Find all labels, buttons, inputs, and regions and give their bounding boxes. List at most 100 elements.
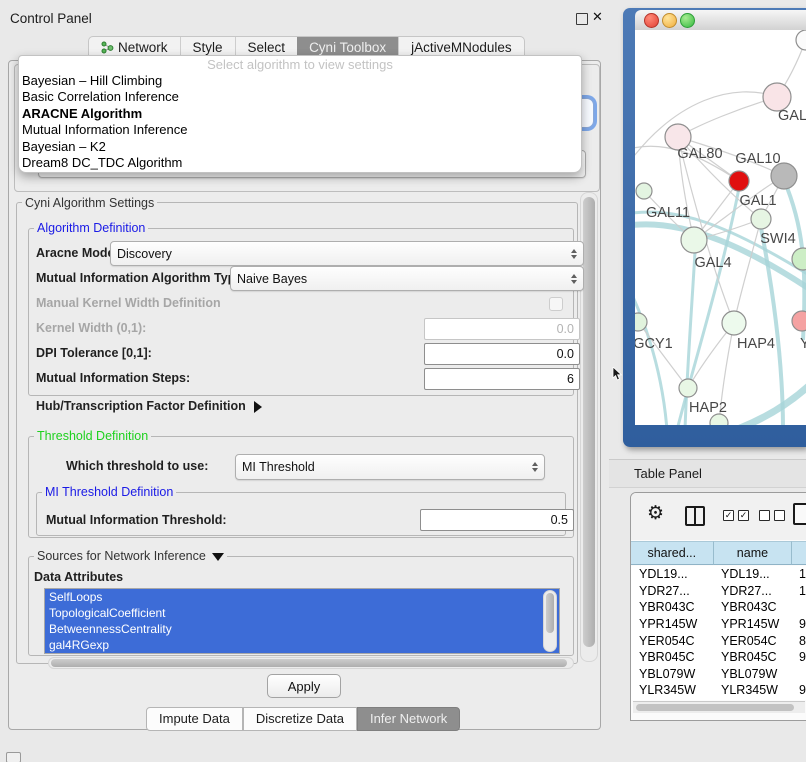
tab-label: Select: [248, 40, 286, 55]
scrollbar-thumb[interactable]: [546, 593, 554, 633]
apply-button[interactable]: Apply: [267, 674, 341, 698]
document-icon[interactable]: [793, 503, 806, 525]
table-row[interactable]: YBR045CYBR045C9.: [631, 649, 806, 666]
algorithm-option-bayesian-hill-climbing[interactable]: Bayesian – Hill Climbing: [19, 73, 581, 89]
checked-checkbox-icon[interactable]: ✓: [723, 510, 734, 521]
combobox-arrows-icon: [571, 249, 577, 259]
table-horizontal-scrollbar[interactable]: [633, 701, 805, 713]
algorithm-option-dream8-dc-tdc-algorithm[interactable]: Dream8 DC_TDC Algorithm: [19, 155, 581, 171]
table-cell: YPR145W: [631, 617, 713, 631]
node-gal11[interactable]: [636, 183, 652, 199]
data-attributes-list[interactable]: SelfLoopsTopologicalCoefficientBetweenne…: [44, 588, 560, 654]
node-y-pink[interactable]: [792, 311, 806, 331]
hub-factor-expander[interactable]: Hub/Transcription Factor Definition: [36, 399, 262, 413]
manual-kernel-label: Manual Kernel Width Definition: [36, 296, 221, 310]
table-row[interactable]: YER054CYER054C8.: [631, 632, 806, 649]
close-traffic-light[interactable]: [644, 13, 659, 28]
node-hap2[interactable]: [679, 379, 697, 397]
attribute-item-gal4rgexp[interactable]: gal4RGexp: [45, 637, 559, 653]
unchecked-checkbox-icon[interactable]: [774, 510, 785, 521]
table-row[interactable]: YBR043CYBR043C: [631, 599, 806, 616]
tab-discretize-data[interactable]: Discretize Data: [243, 707, 357, 731]
network-edge[interactable]: [638, 322, 688, 388]
algorithm-option-aracne-algorithm[interactable]: ARACNE Algorithm: [19, 106, 581, 122]
expander-arrow-right-icon: [254, 401, 262, 413]
mi-type-combobox[interactable]: Naive Bayes: [230, 266, 584, 291]
table-panel-title: Table Panel: [634, 466, 702, 481]
node-hap4[interactable]: [722, 311, 746, 335]
table-cell: YER054C: [713, 634, 793, 648]
table-row[interactable]: YIL052CYIL052C9.: [631, 699, 806, 700]
columns-icon[interactable]: [685, 506, 705, 526]
scrollbar-thumb[interactable]: [51, 659, 567, 667]
gear-icon[interactable]: ⚙: [647, 504, 664, 524]
combobox-value: Naive Bayes: [237, 272, 307, 286]
sources-expander[interactable]: Sources for Network Inference: [34, 549, 227, 563]
network-canvas[interactable]: GALGAL80GAL10GAL11GAL1GAL4SWI4GCY1HAP4YH…: [635, 30, 806, 425]
attributes-list-scrollbar[interactable]: [543, 590, 557, 652]
table-row[interactable]: YDR27...YDR27...12: [631, 583, 806, 600]
tab-impute-data[interactable]: Impute Data: [146, 707, 243, 731]
column-header-a[interactable]: A: [792, 541, 806, 565]
manual-kernel-checkbox[interactable]: [549, 297, 563, 311]
dpi-tolerance-field[interactable]: 0.0: [424, 343, 580, 365]
close-icon[interactable]: ✕: [592, 9, 603, 25]
aracne-mode-label: Aracne Mode:: [36, 246, 119, 260]
node-label: GCY1: [635, 336, 673, 352]
tab-infer-network[interactable]: Infer Network: [357, 707, 460, 731]
scrollbar-thumb[interactable]: [636, 704, 794, 711]
node-red[interactable]: [729, 171, 749, 191]
node-label: GAL: [778, 108, 806, 124]
threshold-definition-title: Threshold Definition: [34, 429, 151, 443]
column-header-shared[interactable]: shared...: [631, 541, 714, 565]
float-window-icon[interactable]: [576, 13, 588, 25]
bottom-corner-icon[interactable]: [6, 752, 21, 762]
table-cell: YDL19...: [713, 567, 793, 581]
mi-threshold-group-title: MI Threshold Definition: [42, 485, 176, 499]
node-partial-top[interactable]: [796, 30, 806, 50]
node-gcy1[interactable]: [635, 313, 647, 331]
table-row[interactable]: YBL079WYBL079W: [631, 666, 806, 683]
table-panel-bar: Table Panel: [609, 459, 806, 488]
aracne-mode-combobox[interactable]: Discovery: [110, 241, 584, 266]
scrollbar-thumb[interactable]: [583, 197, 595, 647]
minimize-traffic-light[interactable]: [662, 13, 677, 28]
node-gal1[interactable]: [751, 209, 771, 229]
table-cell: YDL19...: [631, 567, 713, 581]
tab-label: jActiveMNodules: [411, 40, 512, 55]
settings-horizontal-scrollbar[interactable]: [48, 657, 574, 669]
algorithm-definition-title: Algorithm Definition: [34, 221, 148, 235]
dropdown-prompt: Select algorithm to view settings: [19, 56, 581, 73]
attribute-item-topologicalcoefficient[interactable]: TopologicalCoefficient: [45, 605, 559, 621]
table-row[interactable]: YPR145WYPR145W9.: [631, 616, 806, 633]
zoom-traffic-light[interactable]: [680, 13, 695, 28]
attribute-item-selfloops[interactable]: SelfLoops: [45, 589, 559, 605]
node-gal-pink[interactable]: [763, 83, 791, 111]
table-header: shared...nameA: [631, 541, 806, 565]
mi-steps-label: Mutual Information Steps:: [36, 371, 190, 385]
table-panel: ⚙ ✓ ✓ shared...nameA YDL19...YDL19...13Y…: [630, 492, 806, 721]
algorithm-option-mutual-information-inference[interactable]: Mutual Information Inference: [19, 122, 581, 138]
unchecked-checkbox-icon[interactable]: [759, 510, 770, 521]
kernel-width-field[interactable]: 0.0: [424, 318, 580, 340]
table-cell: 9.: [793, 650, 806, 664]
attribute-item-betweennesscentrality[interactable]: BetweennessCentrality: [45, 621, 559, 637]
combobox-value: MI Threshold: [242, 460, 315, 474]
network-window-titlebar[interactable]: [635, 10, 806, 31]
table-row[interactable]: YDL19...YDL19...13: [631, 566, 806, 583]
algorithm-option-bayesian-k2[interactable]: Bayesian – K2: [19, 139, 581, 155]
network-edge[interactable]: [678, 97, 777, 137]
column-header-name[interactable]: name: [714, 541, 793, 565]
mi-threshold-field[interactable]: 0.5: [420, 509, 574, 531]
kernel-width-label: Kernel Width (0,1):: [36, 321, 146, 335]
table-row[interactable]: YLR345WYLR345W9.: [631, 682, 806, 699]
algorithm-option-basic-correlation-inference[interactable]: Basic Correlation Inference: [19, 89, 581, 105]
screen: Control Panel ✕ NetworkStyleSelectCyni T…: [0, 0, 806, 762]
node-gal4[interactable]: [681, 227, 707, 253]
sources-title: Sources for Network Inference: [37, 549, 206, 563]
network-edge[interactable]: [635, 280, 667, 425]
threshold-combobox[interactable]: MI Threshold: [235, 454, 545, 480]
mi-steps-field[interactable]: 6: [424, 368, 580, 390]
node-label: GAL11: [646, 205, 690, 221]
checked-checkbox-icon[interactable]: ✓: [738, 510, 749, 521]
